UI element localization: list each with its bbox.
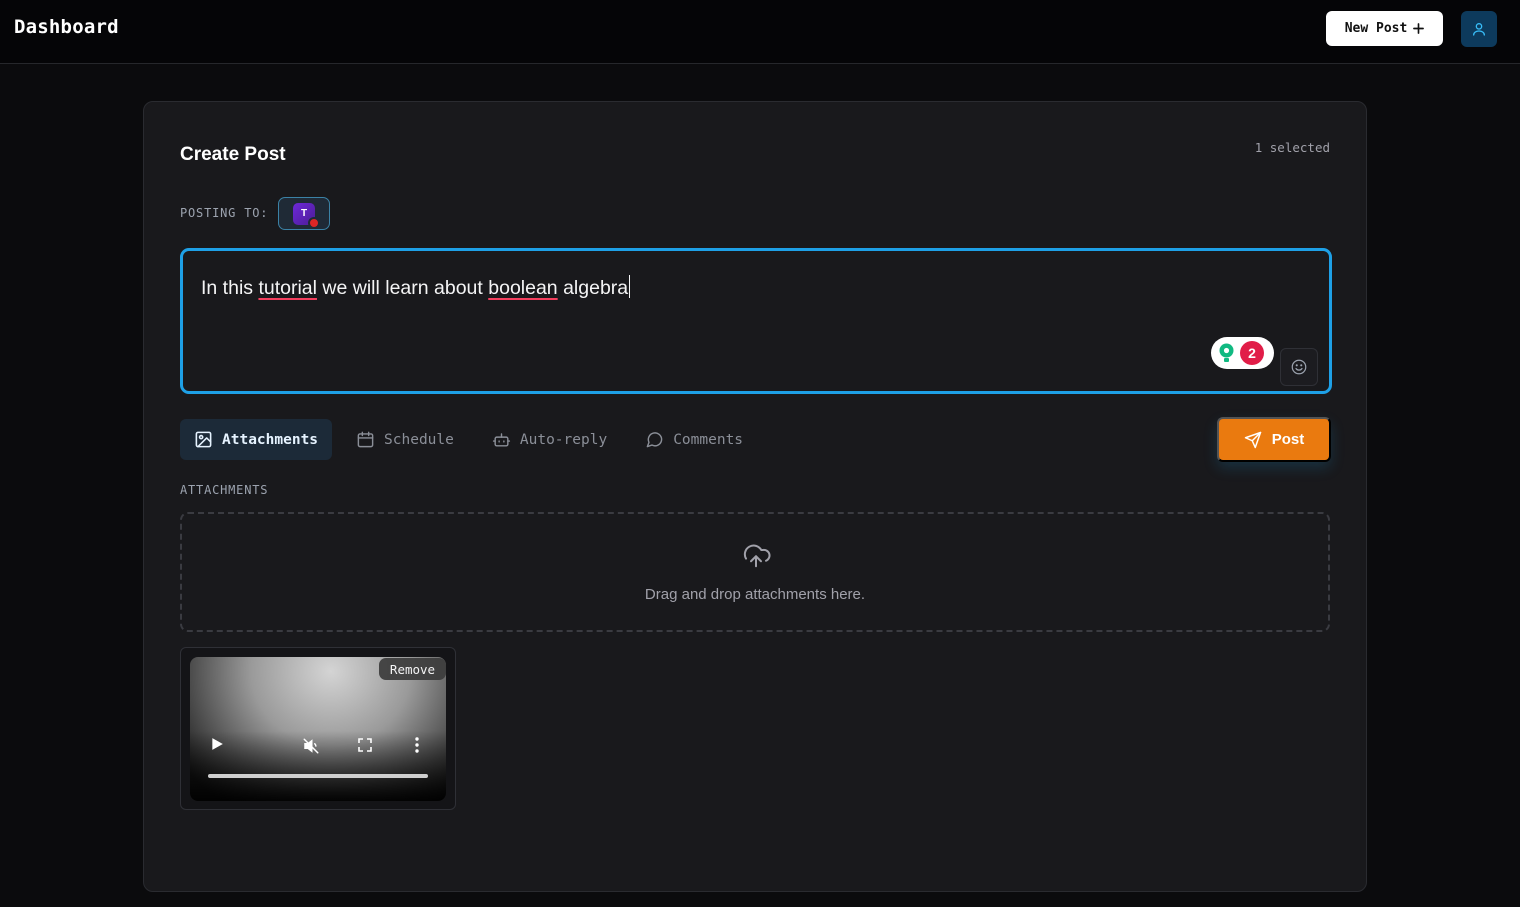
attachment-dropzone[interactable]: Drag and drop attachments here. <box>180 512 1330 632</box>
tab-label: Attachments <box>222 431 319 448</box>
more-vertical-icon <box>415 737 419 753</box>
account-initial: T <box>300 208 308 219</box>
profile-button[interactable] <box>1461 11 1497 47</box>
text-segment: we will learn about <box>316 277 489 299</box>
misspelled-word: boolean <box>488 277 558 299</box>
play-button[interactable] <box>210 737 224 751</box>
tab-attachments[interactable]: Attachments <box>180 419 333 460</box>
attachments-section-label: ATTACHMENTS <box>180 483 269 497</box>
app-title: Dashboard <box>14 16 119 38</box>
video-progress-bar[interactable] <box>208 774 428 778</box>
tab-label: Schedule <box>384 431 454 448</box>
grammar-checker-widget[interactable]: 2 <box>1211 337 1274 369</box>
selected-count: 1 selected <box>1254 140 1330 155</box>
post-button[interactable]: Post <box>1217 417 1331 462</box>
post-options-tabs: Attachments Schedule Auto-reply Comments <box>180 419 757 460</box>
post-text[interactable]: In this tutorial we will learn about boo… <box>201 275 631 300</box>
new-post-button[interactable]: New Post <box>1326 11 1443 46</box>
page-title: Create Post <box>180 144 286 165</box>
dropzone-hint: Drag and drop attachments here. <box>644 586 866 603</box>
bot-icon <box>492 433 511 447</box>
account-avatar: T <box>293 202 320 229</box>
fullscreen-icon <box>358 738 372 752</box>
smile-icon <box>1291 359 1307 375</box>
emoji-button[interactable] <box>1280 348 1318 386</box>
grammar-bulb-icon <box>1219 343 1234 362</box>
top-bar: Dashboard New Post <box>0 0 1520 64</box>
posting-to-label: POSTING TO: <box>180 206 269 220</box>
tab-label: Comments <box>673 431 744 448</box>
tab-auto-reply[interactable]: Auto-reply <box>478 419 621 460</box>
grammar-issue-count: 2 <box>1240 341 1264 365</box>
plus-icon <box>1413 23 1425 34</box>
attachment-item: Remove <box>180 647 456 810</box>
play-icon <box>212 738 223 750</box>
new-post-label: New Post <box>1344 21 1408 36</box>
mute-button[interactable] <box>301 737 321 755</box>
volume-muted-icon <box>303 738 319 754</box>
calendar-icon <box>357 431 374 448</box>
send-icon <box>1244 431 1261 448</box>
cloud-upload-icon <box>743 544 771 568</box>
image-icon <box>195 431 212 448</box>
video-more-button[interactable] <box>414 737 420 753</box>
create-post-card: Create Post 1 selected POSTING TO: T In … <box>143 101 1367 892</box>
tab-comments[interactable]: Comments <box>631 419 757 460</box>
youtube-badge-icon <box>308 216 320 229</box>
selected-account-chip[interactable]: T <box>278 197 330 230</box>
text-caret <box>629 275 631 298</box>
fullscreen-button[interactable] <box>357 737 373 753</box>
remove-attachment-button[interactable]: Remove <box>379 658 446 680</box>
misspelled-word: tutorial <box>258 277 317 299</box>
tab-schedule[interactable]: Schedule <box>342 419 468 460</box>
message-circle-icon <box>646 432 663 448</box>
text-segment: In this <box>201 277 259 299</box>
tab-label: Auto-reply <box>519 431 608 448</box>
post-button-label: Post <box>1271 431 1305 448</box>
text-segment: algebra <box>557 277 629 299</box>
user-icon <box>1473 23 1485 36</box>
post-text-editor[interactable]: In this tutorial we will learn about boo… <box>180 248 1332 394</box>
